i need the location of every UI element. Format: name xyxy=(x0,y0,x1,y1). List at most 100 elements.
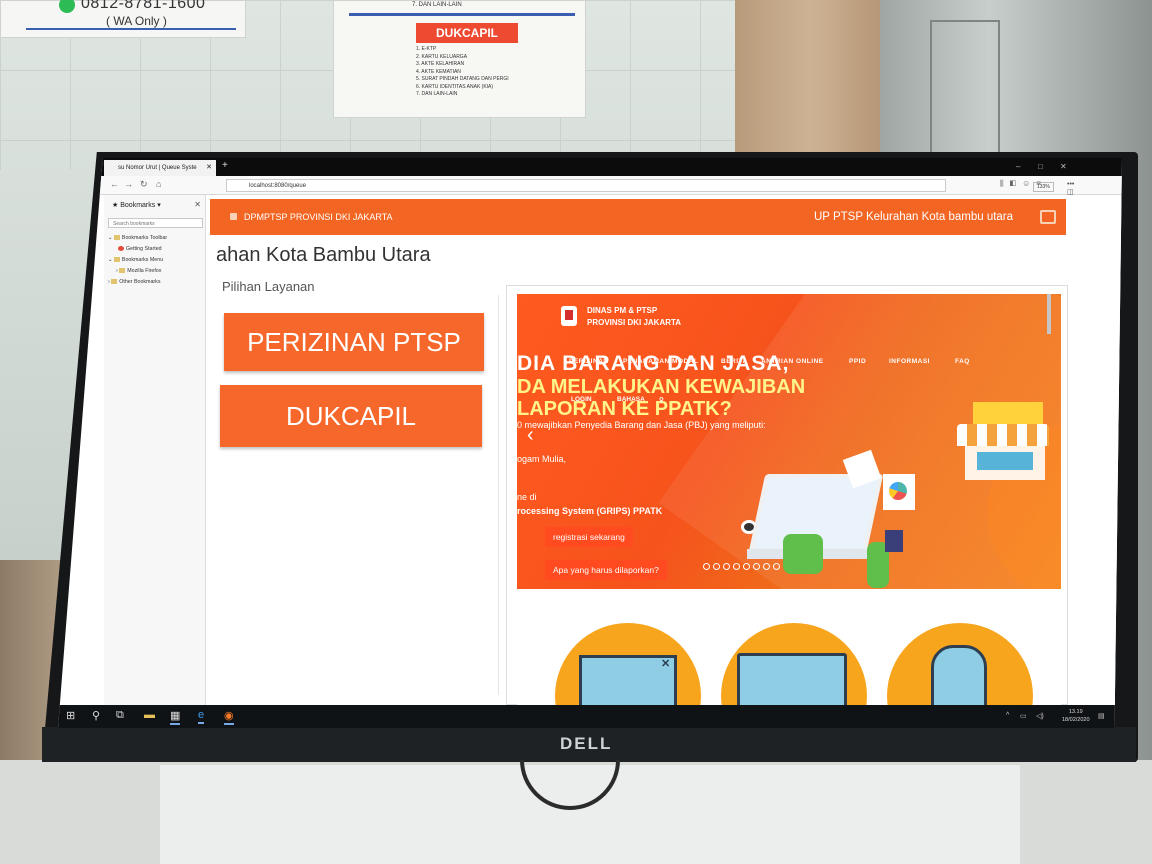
sidebar-close-icon[interactable]: ✕ xyxy=(194,200,201,209)
pie-chart-icon xyxy=(889,482,907,500)
dell-logo: DELL xyxy=(560,734,613,753)
sidebar-item-other[interactable]: › Other Bookmarks xyxy=(108,279,160,285)
hand-illustration xyxy=(783,534,823,574)
menu-perizinan[interactable]: PERIZINAN xyxy=(569,358,609,365)
poster-list-item: 3. AKTE KELAHIRAN xyxy=(416,61,465,67)
notifications-icon[interactable]: ▤ xyxy=(1098,712,1105,720)
poster-underline xyxy=(26,28,236,30)
network-icon[interactable]: ▭ xyxy=(1020,712,1027,720)
carousel-dot[interactable] xyxy=(763,563,770,570)
sidebar-item-menu[interactable]: ⌄ Bookmarks Menu xyxy=(108,257,163,263)
poster-list-item: 5. SURAT PINDAH DATANG DAN PERGI xyxy=(416,76,509,82)
carousel-dot[interactable] xyxy=(733,563,740,570)
carousel-dot[interactable] xyxy=(703,563,710,570)
perizinan-ptsp-button[interactable]: PERIZINAN PTSP xyxy=(224,313,484,371)
home-icon[interactable]: ⌂ xyxy=(156,179,161,189)
task-view-icon[interactable]: ⧉ xyxy=(116,709,124,722)
app-icon[interactable]: ▦ xyxy=(170,709,181,725)
poster-list-item: 6. KARTU IDENTITAS ANAK (KIA) xyxy=(416,83,494,90)
register-now-button[interactable]: registrasi sekarang xyxy=(545,527,633,547)
poster-heading: DUKCAPIL xyxy=(416,23,518,43)
whatsapp-icon xyxy=(59,0,75,13)
embed-scrollbar[interactable] xyxy=(1047,294,1051,334)
folder-icon xyxy=(119,268,126,274)
carousel-prev-icon[interactable]: ‹ xyxy=(527,424,534,447)
new-tab-button[interactable]: + xyxy=(222,160,228,171)
dukcapil-button[interactable]: DUKCAPIL xyxy=(220,385,482,447)
org-name-line2: PROVINSI DKI JAKARTA xyxy=(587,318,682,327)
browser-tab[interactable]: su Nomor Urut | Queue Syste ✕ xyxy=(104,160,216,176)
menu-antrian-online[interactable]: ANTRIAN ONLINE xyxy=(761,358,824,365)
carousel-dot[interactable] xyxy=(743,563,750,570)
fullscreen-icon[interactable] xyxy=(1040,210,1056,224)
tab-title: su Nomor Urut | Queue Syste xyxy=(118,165,197,171)
phone-poster: 0812-8781-1600 ( WA Only ) xyxy=(0,0,246,38)
shop-window-illustration xyxy=(977,452,1033,470)
back-icon[interactable]: ← xyxy=(110,179,119,189)
menu-bahasa[interactable]: BAHASA xyxy=(617,396,645,403)
file-explorer-icon[interactable]: ▬ xyxy=(144,709,155,721)
tray-chevron-icon[interactable]: ^ xyxy=(1006,712,1009,719)
menu-ppid[interactable]: PPID xyxy=(849,358,866,365)
app-brand: DPMPTSP PROVINSI DKI JAKARTA xyxy=(244,212,393,222)
clock-date: 18/02/2020 xyxy=(1062,717,1090,723)
monitor-icon xyxy=(737,653,847,713)
search-icon[interactable]: ⚲ xyxy=(659,396,664,404)
sidebar-item-mozilla[interactable]: › Mozilla Firefox xyxy=(116,268,161,274)
browser-nav-bar: ← → ↻ ⌂ localhost:8080/queue 133% ••• ◫ … xyxy=(58,176,1122,204)
close-window-button[interactable]: ✕ xyxy=(1060,162,1067,171)
firefox-icon xyxy=(118,246,124,252)
menu-informasi[interactable]: INFORMASI xyxy=(889,358,930,365)
hero-paragraph-4: rocessing System (GRIPS) PPATK xyxy=(517,506,663,516)
carousel-dot[interactable] xyxy=(723,563,730,570)
poster-list-item: 2. KARTU KELUARGA xyxy=(416,53,468,60)
edge-icon[interactable]: e xyxy=(198,709,205,724)
carousel-dot[interactable] xyxy=(773,563,780,570)
sidebar-item-getting-started[interactable]: Getting Started xyxy=(118,246,162,252)
org-name-line1: DINAS PM & PTSP xyxy=(587,306,658,315)
firefox-icon[interactable]: ◉ xyxy=(224,709,234,725)
hero-paragraph-2: ogam Mulia, xyxy=(517,454,567,464)
hero-paragraph-3: ne di xyxy=(517,492,537,502)
menu-login[interactable]: LOGIN xyxy=(571,396,592,403)
app-location: UP PTSP Kelurahan Kota bambu utara xyxy=(814,211,1014,223)
tab-close-icon[interactable]: ✕ xyxy=(206,163,212,171)
section-label: Pilihan Layanan xyxy=(222,279,315,294)
sidebar-title: Bookmarks xyxy=(120,202,156,209)
clock-time: 13.19 xyxy=(1068,709,1083,715)
menu-faq[interactable]: FAQ xyxy=(955,358,970,365)
sidebar-header[interactable]: ★ Bookmarks ▾ xyxy=(112,201,161,209)
app-logo-icon xyxy=(230,213,237,220)
search-icon[interactable]: ⚲ xyxy=(92,709,100,722)
reload-icon[interactable]: ↻ xyxy=(140,179,148,190)
hero-paragraph-1: 0 mewajibkan Penyedia Barang dan Jasa (P… xyxy=(517,420,766,430)
windows-start-icon[interactable]: ⊞ xyxy=(66,709,75,722)
toolbar-icons[interactable]: ⫼◧☺≡ xyxy=(1000,179,1047,189)
url-bar[interactable]: localhost:8080/queue 133% ••• ◫ ★ xyxy=(226,179,1074,204)
minimize-button[interactable]: – xyxy=(1016,162,1020,171)
carousel-dot[interactable] xyxy=(753,563,760,570)
poster-top-item: 7. DAN LAIN-LAIN xyxy=(412,2,462,8)
poster-list: 1. E-KTP 2. KARTU KELUARGA 3. AKTE KELAH… xyxy=(416,46,509,99)
what-to-report-button[interactable]: Apa yang harus dilaporkan? xyxy=(545,560,667,580)
queue-page: DPMPTSP PROVINSI DKI JAKARTA UP PTSP Kel… xyxy=(206,195,1122,728)
page-title: ahan Kota Bambu Utara xyxy=(216,244,431,266)
poster-list-item: 7. DAN LAIN-LAIN xyxy=(416,91,458,97)
menu-berita[interactable]: BERITA xyxy=(721,358,748,365)
sidebar-item-toolbar[interactable]: ⌄ Bookmarks Toolbar xyxy=(108,235,167,241)
forward-icon[interactable]: → xyxy=(124,179,133,189)
maximize-button[interactable]: □ xyxy=(1038,162,1043,171)
screen: su Nomor Urut | Queue Syste ✕ + – □ ✕ ← … xyxy=(58,158,1122,728)
bookmarks-sidebar: ★ Bookmarks ▾ ✕ ⌄ Bookmarks Toolbar Gett… xyxy=(104,195,206,705)
browser-tab-bar: su Nomor Urut | Queue Syste ✕ + – □ ✕ xyxy=(58,158,1122,176)
system-clock[interactable]: 13.19 18/02/2020 xyxy=(1062,708,1090,724)
carousel-dot[interactable] xyxy=(713,563,720,570)
bookmarks-search-input[interactable] xyxy=(108,218,203,228)
folder-icon xyxy=(113,257,120,263)
volume-icon[interactable]: ◁) xyxy=(1036,712,1044,720)
column-divider xyxy=(498,295,499,695)
folder-icon xyxy=(113,235,120,241)
url-text: localhost:8080/queue xyxy=(249,183,307,189)
carousel-dots[interactable] xyxy=(703,557,783,575)
menu-penanaman-modal[interactable]: PENANAMAN MODAL xyxy=(623,358,698,365)
